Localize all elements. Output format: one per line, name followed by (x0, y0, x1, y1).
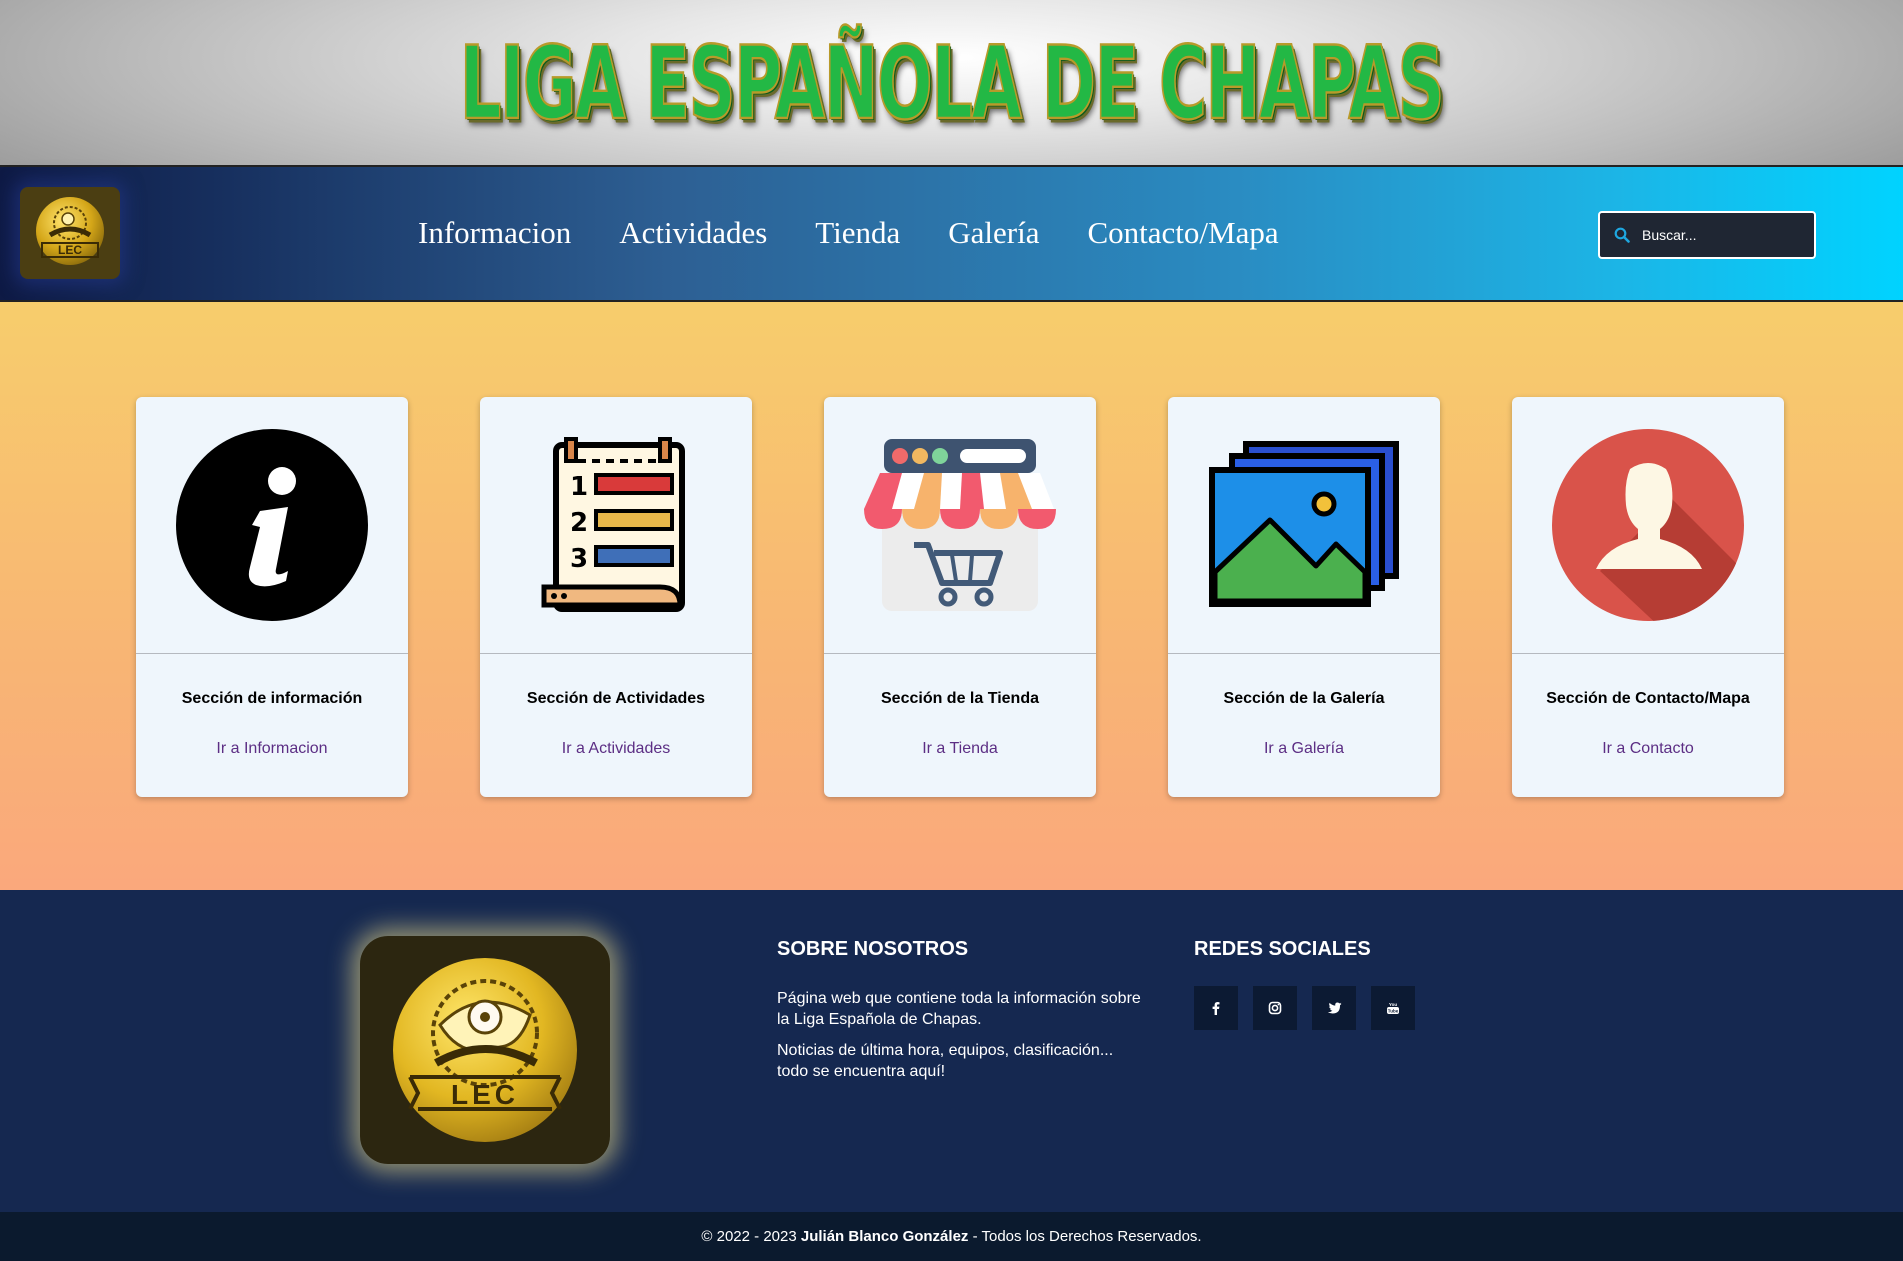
about-text-1: Página web que contiene toda la informac… (777, 990, 1141, 1028)
card-galeria: Sección de la Galería Ir a Galería (1168, 397, 1440, 797)
youtube-button[interactable]: You Tube (1371, 986, 1415, 1030)
instagram-icon (1268, 1001, 1282, 1015)
copyright-bar: © 2022 - 2023 Julián Blanco González - T… (0, 1212, 1903, 1261)
svg-text:1: 1 (570, 472, 588, 502)
card-contacto: Sección de Contacto/Mapa Ir a Contacto (1512, 397, 1784, 797)
card-link-contacto[interactable]: Ir a Contacto (1512, 740, 1784, 758)
card-actividades: 1 2 3 Sección de Actividades Ir a Activi… (480, 397, 752, 797)
nav-logo-text: LEC (58, 243, 82, 257)
card-informacion: Sección de información Ir a Informacion (136, 397, 408, 797)
search-box[interactable] (1598, 211, 1816, 259)
instagram-button[interactable] (1253, 986, 1297, 1030)
card-image (1512, 397, 1784, 654)
main-section: Sección de información Ir a Informacion … (0, 302, 1903, 890)
copyright-suffix: - Todos los Derechos Reservados. (968, 1228, 1202, 1245)
site-footer: LEC SOBRE NOSOTROS Página web que contie… (0, 890, 1903, 1212)
nav-link-galeria[interactable]: Galería (948, 215, 1039, 251)
card-tienda: Sección de la Tienda Ir a Tienda (824, 397, 1096, 797)
card-link-actividades[interactable]: Ir a Actividades (480, 740, 752, 758)
svg-text:Tube: Tube (1388, 1009, 1399, 1014)
facebook-button[interactable] (1194, 986, 1238, 1030)
site-title: LIGA ESPAÑOLA DE CHAPAS (459, 22, 1446, 142)
facebook-icon (1212, 1002, 1220, 1015)
card-image (824, 397, 1096, 654)
gallery-icon (1209, 441, 1399, 607)
ranking-board-icon: 1 2 3 (541, 437, 685, 612)
card-image: 1 2 3 (480, 397, 752, 654)
nav-link-actividades[interactable]: Actividades (619, 215, 767, 251)
footer-logo-text: LEC (451, 1079, 519, 1110)
twitter-icon (1327, 1002, 1341, 1013)
card-title: Sección de Actividades (526, 690, 706, 707)
svg-text:2: 2 (570, 508, 588, 538)
card-link-informacion[interactable]: Ir a Informacion (136, 740, 408, 758)
nav-logo[interactable]: LEC (20, 187, 120, 279)
lec-badge-icon: LEC (36, 197, 104, 265)
nav-links: Informacion Actividades Tienda Galería C… (418, 215, 1279, 251)
copyright-prefix: © 2022 - 2023 (701, 1228, 801, 1245)
card-link-galeria[interactable]: Ir a Galería (1168, 740, 1440, 758)
card-title: Sección de Contacto/Mapa (1546, 690, 1750, 707)
card-title: Sección de la Galería (1223, 690, 1385, 707)
shop-icon (864, 439, 1056, 611)
search-icon (1614, 227, 1630, 243)
nav-link-informacion[interactable]: Informacion (418, 215, 571, 251)
social-title: REDES SOCIALES (1194, 938, 1371, 960)
card-link-tienda[interactable]: Ir a Tienda (824, 740, 1096, 758)
nav-link-contacto[interactable]: Contacto/Mapa (1088, 215, 1279, 251)
card-image (136, 397, 408, 654)
nav-link-tienda[interactable]: Tienda (815, 215, 900, 251)
contact-user-icon (1552, 429, 1744, 621)
info-icon (176, 429, 368, 621)
card-title: Sección de información (181, 690, 363, 707)
card-title: Sección de la Tienda (881, 690, 1039, 707)
svg-text:You: You (1389, 1002, 1397, 1007)
twitter-button[interactable] (1312, 986, 1356, 1030)
about-text-2: Noticias de última hora, equipos, clasif… (777, 1042, 1114, 1080)
lec-badge-icon: LEC (393, 958, 577, 1142)
main-navbar: LEC Informacion Actividades Tienda Galer… (0, 165, 1903, 302)
svg-text:3: 3 (570, 544, 588, 574)
about-title: SOBRE NOSOTROS (777, 938, 969, 960)
copyright-author: Julián Blanco González (800, 1228, 969, 1245)
youtube-icon: You Tube (1387, 1002, 1399, 1014)
site-banner: LIGA ESPAÑOLA DE CHAPAS (0, 0, 1903, 165)
card-image (1168, 397, 1440, 654)
search-input[interactable] (1640, 226, 1794, 244)
footer-logo: LEC (360, 936, 610, 1164)
